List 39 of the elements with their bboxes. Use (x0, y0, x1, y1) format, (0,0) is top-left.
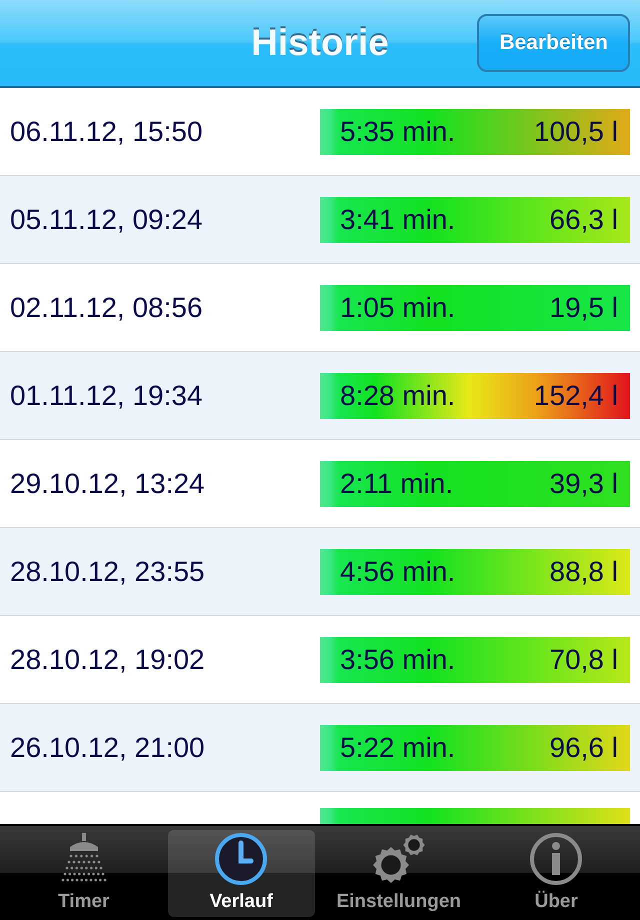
duration: 3:56 min. (340, 644, 456, 676)
duration: 5:35 min. (340, 116, 456, 148)
history-row[interactable]: 26.10.12, 21:00 5:22 min. 96,6 l (0, 704, 640, 792)
duration: 3:41 min. (340, 204, 456, 236)
duration: 1:05 min. (340, 292, 456, 324)
duration: 4:56 min. (340, 556, 456, 588)
date-time: 01.11.12, 19:34 (10, 380, 203, 412)
date-time: 29.10.12, 13:24 (10, 468, 205, 500)
clock-icon (213, 831, 270, 887)
history-row[interactable]: 02.11.12, 08:56 1:05 min. 19,5 l (0, 264, 640, 352)
water-volume: 66,3 l (550, 204, 618, 236)
duration: 2:11 min. (340, 468, 454, 500)
date-time: 28.10.12, 23:55 (10, 556, 205, 588)
tab[interactable]: Über (482, 830, 630, 917)
tab[interactable]: Verlauf (168, 830, 315, 917)
tab[interactable]: Timer (10, 830, 158, 917)
duration: 8:28 min. (340, 380, 456, 412)
water-volume: 96,6 l (550, 732, 618, 764)
water-volume: 152,4 l (534, 380, 618, 412)
water-volume: 39,3 l (550, 468, 618, 500)
duration: 5:22 min. (340, 732, 456, 764)
water-volume: 100,5 l (534, 116, 618, 148)
tab[interactable]: Einstellungen (325, 830, 472, 917)
date-time: 26.10.12, 21:00 (10, 732, 205, 764)
history-row[interactable]: 28.10.12, 19:02 3:56 min. 70,8 l (0, 616, 640, 704)
water-volume: 70,8 l (550, 644, 618, 676)
history-row[interactable]: 06.11.12, 15:50 5:35 min. 100,5 l (0, 88, 640, 176)
date-time: 06.11.12, 15:50 (10, 116, 203, 148)
water-volume: 88,8 l (550, 556, 618, 588)
date-time: 28.10.12, 19:02 (10, 644, 205, 676)
history-row[interactable]: 01.11.12, 19:34 8:28 min. 152,4 l (0, 352, 640, 440)
water-volume: 19,5 l (550, 292, 618, 324)
date-time: 05.11.12, 09:24 (10, 204, 203, 236)
history-row[interactable]: 05.11.12, 09:24 3:41 min. 66,3 l (0, 176, 640, 264)
screen-title: Historie (251, 22, 389, 64)
info-icon (528, 831, 584, 887)
history-row[interactable]: 28.10.12, 23:55 4:56 min. 88,8 l (0, 528, 640, 616)
history-row[interactable]: 29.10.12, 13:24 2:11 min. 39,3 l (0, 440, 640, 528)
date-time: 02.11.12, 08:56 (10, 292, 203, 324)
